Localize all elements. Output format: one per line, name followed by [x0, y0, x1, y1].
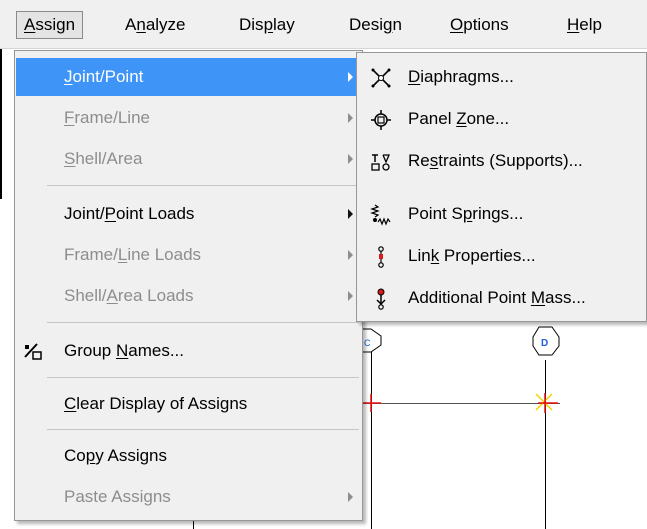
- menu-help[interactable]: Help: [560, 11, 609, 39]
- menu-separator: [47, 185, 359, 186]
- menu-item-joint-point[interactable]: Joint/Point: [16, 58, 361, 96]
- menu-label-part: alyze: [145, 15, 186, 34]
- menu-mnemonic: O: [450, 15, 464, 34]
- menu-mnemonic: n: [136, 15, 146, 34]
- menu-item-label: Group Names...: [64, 341, 185, 360]
- menu-item-shell-area[interactable]: Shell/Area: [16, 140, 361, 178]
- menu-item-frame-line-loads[interactable]: Frame/Line Loads: [16, 236, 361, 274]
- menu-item-group-names[interactable]: Group Names...: [16, 332, 361, 370]
- menu-item-label: Point Springs...: [408, 204, 524, 223]
- menu-label-part: ssign: [35, 15, 76, 34]
- submenu-arrow-icon: [348, 72, 353, 82]
- grid-label-c: C: [364, 338, 371, 348]
- menu-item-label: Joint/Point: [64, 67, 144, 86]
- menu-item-label: Link Properties...: [408, 246, 536, 265]
- menu-label-part: elp: [579, 15, 602, 34]
- assign-menu: Joint/Point Frame/Line Shell/Area Joint/…: [14, 50, 363, 521]
- joint-point-submenu: Diaphragms... Panel Zone... Restraints (…: [356, 52, 647, 322]
- menu-item-shell-area-loads[interactable]: Shell/Area Loads: [16, 277, 361, 315]
- menu-item-label: Joint/Point Loads: [64, 204, 195, 223]
- menu-item-link-properties[interactable]: Link Properties...: [358, 237, 647, 275]
- grid-line-horizontal: [360, 403, 560, 404]
- menu-separator: [47, 377, 359, 378]
- submenu-arrow-icon: [348, 250, 353, 260]
- menu-options[interactable]: Options: [443, 11, 516, 39]
- menu-item-label: Frame/Line Loads: [64, 245, 202, 264]
- menu-bar: Assign Analyze Display Design Options He…: [0, 0, 647, 49]
- grid-bubble-c: C: [360, 328, 382, 353]
- menu-item-joint-point-loads[interactable]: Joint/Point Loads: [16, 195, 361, 233]
- menu-design[interactable]: Design: [342, 11, 409, 39]
- menu-label-part: lay: [273, 15, 295, 34]
- grid-line-vertical: [371, 352, 372, 529]
- menu-label-part: Dis: [239, 15, 264, 34]
- menu-item-label: Shell/Area: [64, 149, 143, 168]
- menu-analyze[interactable]: Analyze: [118, 11, 193, 39]
- menu-mnemonic: H: [567, 15, 580, 34]
- point-mass-icon: [370, 288, 392, 310]
- menu-item-label: Shell/Area Loads: [64, 286, 194, 305]
- menu-label-part: Desi: [349, 15, 384, 34]
- menu-mnemonic: A: [24, 15, 36, 34]
- grid-bubble-d: D: [532, 326, 560, 356]
- menu-item-label: Frame/Line: [64, 108, 150, 127]
- joint-marker-icon: [361, 394, 381, 412]
- menu-item-label: Additional Point Mass...: [408, 288, 586, 307]
- menu-item-paste-assigns[interactable]: Paste Assigns: [16, 478, 361, 516]
- grid-label-d: D: [541, 338, 548, 349]
- restraints-icon: [370, 151, 392, 173]
- panel-zone-icon: [370, 109, 392, 131]
- menu-item-restraints[interactable]: Restraints (Supports)...: [358, 142, 647, 180]
- menu-item-label: Restraints (Supports)...: [408, 151, 583, 170]
- menu-item-panel-zone[interactable]: Panel Zone...: [358, 100, 647, 138]
- menu-item-clear-display-of-assigns[interactable]: Clear Display of Assigns: [16, 385, 361, 423]
- menu-item-additional-point-mass[interactable]: Additional Point Mass...: [358, 279, 647, 317]
- menu-item-label: Copy Assigns: [64, 446, 168, 465]
- menu-item-diaphragms[interactable]: Diaphragms...: [358, 58, 647, 96]
- menu-item-label: Diaphragms...: [408, 67, 514, 86]
- menu-assign[interactable]: Assign: [16, 11, 84, 39]
- menu-item-point-springs[interactable]: Point Springs...: [358, 195, 647, 233]
- group-names-icon: [22, 340, 44, 362]
- submenu-arrow-icon: [348, 113, 353, 123]
- canvas-edge-line: [0, 49, 2, 199]
- menu-mnemonic: p: [263, 15, 274, 34]
- grid-line-vertical: [545, 360, 546, 529]
- menu-item-label: Panel Zone...: [408, 109, 510, 128]
- submenu-arrow-icon: [348, 154, 353, 164]
- submenu-arrow-icon: [348, 291, 353, 301]
- menu-label-part: ptions: [463, 15, 509, 34]
- menu-item-copy-assigns[interactable]: Copy Assigns: [16, 437, 361, 475]
- menu-item-label: Paste Assigns: [64, 487, 171, 506]
- link-properties-icon: [370, 246, 392, 268]
- menu-item-frame-line[interactable]: Frame/Line: [16, 99, 361, 137]
- diaphragm-icon: [370, 67, 392, 89]
- menu-item-label: Clear Display of Assigns: [64, 394, 248, 413]
- menu-separator: [47, 322, 359, 323]
- menu-label-part: n: [392, 15, 402, 34]
- submenu-arrow-icon: [348, 209, 353, 219]
- menu-label-part: A: [125, 15, 137, 34]
- joint-marker-icon: [535, 393, 558, 413]
- menu-display[interactable]: Display: [232, 11, 302, 39]
- submenu-arrow-icon: [348, 492, 353, 502]
- point-springs-icon: [370, 204, 392, 226]
- menu-separator: [47, 429, 359, 430]
